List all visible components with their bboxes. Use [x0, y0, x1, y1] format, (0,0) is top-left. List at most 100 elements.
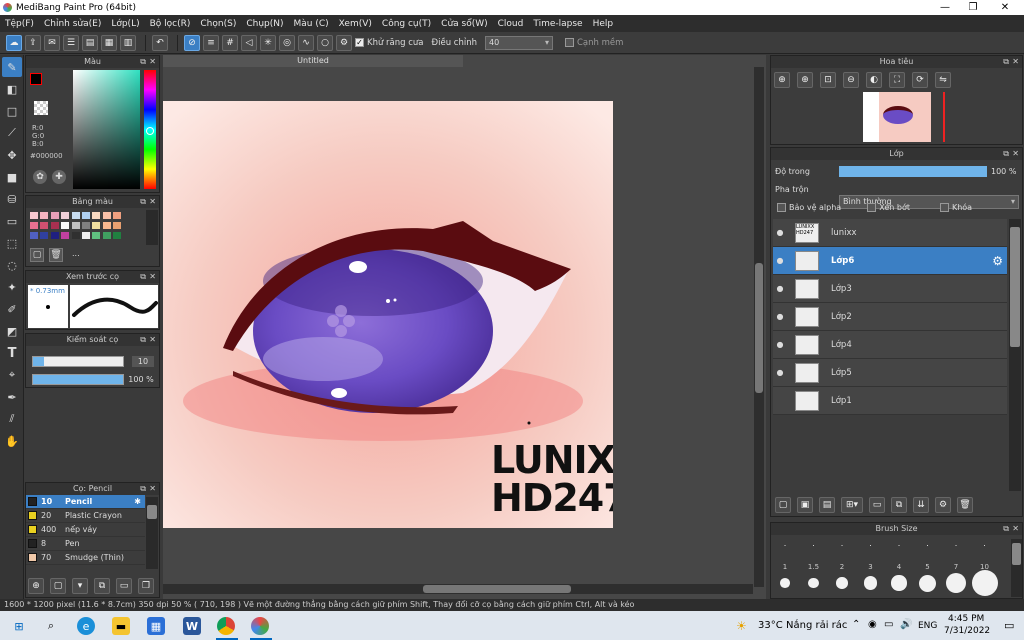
lasso-tool-icon[interactable]: ◌ [2, 255, 22, 275]
palette-swatch[interactable] [82, 232, 90, 239]
brush-size-dot-small[interactable]: . [808, 539, 820, 548]
folder-icon[interactable]: ▭ [116, 578, 132, 594]
close-icon[interactable]: ✕ [149, 483, 156, 495]
menu-snap[interactable]: Chụp(N) [241, 19, 288, 29]
close-icon[interactable]: ✕ [149, 334, 156, 346]
delete-layer-icon[interactable]: 🗑 [957, 497, 973, 513]
pin-icon[interactable]: ⧉ [140, 56, 146, 68]
palette-swatch[interactable] [82, 222, 90, 229]
scroll-thumb[interactable] [755, 263, 763, 393]
close-icon[interactable]: ✕ [1012, 523, 1019, 535]
palette-swatch[interactable] [102, 212, 111, 219]
new-halftone-layer-icon[interactable]: ▤ [819, 497, 835, 513]
palette-swatch[interactable] [40, 232, 49, 239]
scroll-thumb[interactable] [1010, 227, 1020, 347]
palette-swatch[interactable] [82, 212, 90, 219]
magic-wand-icon[interactable]: ✦ [2, 277, 22, 297]
layer-row[interactable]: Lớp1 [773, 387, 1007, 415]
palette-swatch[interactable] [92, 232, 101, 239]
brush-size-dot-small[interactable]: . [779, 539, 791, 548]
document-tab[interactable]: Untitled [163, 55, 463, 67]
search-icon[interactable]: ⌕ [42, 617, 60, 635]
file-explorer-icon[interactable]: ▬ [112, 617, 130, 635]
antialias-checkbox[interactable]: ✓ [355, 38, 364, 47]
gear-icon[interactable]: ⚙ [992, 254, 1003, 268]
close-button[interactable]: ✕ [990, 0, 1020, 15]
brush-size-preset[interactable] [780, 578, 790, 588]
close-icon[interactable]: ✕ [149, 196, 156, 208]
brush-size-preset[interactable] [919, 574, 936, 592]
page-icon[interactable]: ▤ [82, 34, 98, 51]
maximize-button[interactable]: ❐ [958, 0, 988, 15]
palette-swatch[interactable] [92, 212, 101, 219]
palette-more[interactable]: ... [72, 249, 80, 258]
circle-snap-icon[interactable]: ◎ [279, 34, 295, 51]
close-icon[interactable]: ✕ [149, 56, 156, 68]
menu-filter[interactable]: Bộ lọc(R) [145, 19, 196, 29]
primary-color-swatch[interactable] [30, 73, 42, 85]
saturation-value-picker[interactable] [73, 70, 140, 189]
eye-icon[interactable]: ● [773, 284, 787, 293]
brush-item[interactable]: 20 Plastic Crayon [26, 509, 145, 523]
palette-swatch[interactable] [102, 232, 111, 239]
menu-layer[interactable]: Lớp(L) [106, 19, 144, 29]
palette-swatch[interactable] [40, 212, 49, 219]
palette-swatch[interactable] [30, 212, 38, 219]
hand-tool-icon[interactable]: ✋ [2, 431, 22, 451]
medibang-taskbar-icon[interactable] [251, 617, 269, 635]
palette-swatch[interactable] [50, 212, 59, 219]
palette-swatch[interactable] [61, 232, 70, 239]
canvas-hscrollbar[interactable] [163, 584, 753, 594]
clock-date[interactable]: 7/31/2022 [944, 626, 990, 636]
palette-swatch[interactable] [71, 232, 80, 239]
palette-swatch[interactable] [71, 222, 80, 229]
navigator-thumbnail[interactable] [863, 92, 931, 142]
merge-down-icon[interactable]: ⇊ [913, 497, 929, 513]
notification-icon[interactable]: ▭ [1004, 619, 1014, 632]
new-layer-icon[interactable]: ▢ [775, 497, 791, 513]
palette-swatch[interactable] [102, 222, 111, 229]
new-brush-icon[interactable]: ▢ [50, 578, 66, 594]
brush-size-dot-small[interactable]: . [950, 539, 962, 548]
menu-select[interactable]: Chọn(S) [195, 19, 241, 29]
brush-size-dot-small[interactable]: . [836, 539, 848, 548]
parallel-snap-icon[interactable]: ≡ [203, 34, 219, 51]
copy-brush-icon[interactable]: ⧉ [94, 578, 110, 594]
palette-swatch[interactable] [50, 222, 59, 229]
new-color-layer-icon[interactable]: ▣ [797, 497, 813, 513]
hue-handle[interactable] [146, 127, 154, 135]
brush-size-preset[interactable] [808, 577, 819, 589]
grid-icon[interactable]: ▦ [101, 34, 117, 51]
radial-snap-icon[interactable]: ◁ [241, 34, 257, 51]
gear-icon[interactable]: ✱ [134, 497, 141, 506]
brush-size-dot-small[interactable]: . [865, 539, 877, 548]
snap-off-icon[interactable]: ⊘ [184, 34, 200, 51]
fit-screen-icon[interactable]: ⛶ [889, 72, 905, 88]
smooth-edge-checkbox[interactable] [564, 38, 574, 47]
dot-tool-icon[interactable]: □ [2, 101, 22, 121]
comment-icon[interactable]: ✉ [44, 34, 60, 51]
transparent-swatch[interactable] [34, 101, 48, 115]
brush-size-dot-small[interactable]: . [922, 539, 934, 548]
close-icon[interactable]: ✕ [149, 271, 156, 283]
close-icon[interactable]: ✕ [1012, 56, 1019, 68]
cross-snap-icon[interactable]: ✳ [260, 34, 276, 51]
curve-snap-icon[interactable]: ∿ [298, 34, 314, 51]
scroll-thumb[interactable] [423, 585, 571, 593]
frame-tool-icon[interactable]: ⫽ [2, 409, 22, 429]
layout-icon[interactable]: ▥ [120, 34, 136, 51]
layer-row[interactable]: ● Lớp6 ⚙ [773, 247, 1007, 275]
select-eraser-icon[interactable]: ◩ [2, 321, 22, 341]
text-tool-icon[interactable]: T [2, 343, 22, 363]
eye-icon[interactable]: ● [773, 312, 787, 321]
grid-snap-icon[interactable]: # [222, 34, 238, 51]
brush-size-value[interactable]: 10 [132, 356, 154, 367]
protect-alpha-checkbox[interactable] [777, 203, 786, 212]
pin-icon[interactable]: ⧉ [140, 271, 146, 283]
brush-size-scrollbar[interactable] [1011, 539, 1022, 597]
brush-item[interactable]: 400 nếp váy [26, 523, 145, 537]
ellipse-snap-icon[interactable]: ○ [317, 34, 333, 51]
canvas-vscrollbar[interactable] [754, 67, 764, 587]
brush-menu-icon[interactable]: ▾ [72, 578, 88, 594]
brush-opacity-slider[interactable] [32, 374, 124, 385]
